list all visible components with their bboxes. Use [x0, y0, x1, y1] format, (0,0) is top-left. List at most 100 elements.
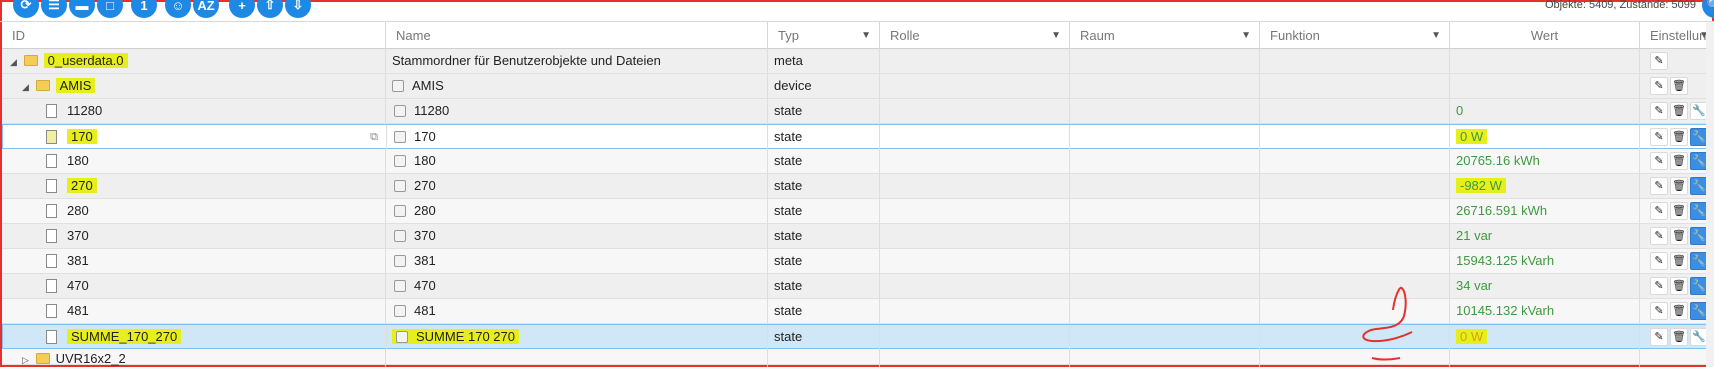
folder-icon — [35, 80, 50, 92]
list-icon[interactable]: ☰ — [41, 0, 67, 18]
table-row[interactable]: 381 381 state 15943.125 kVarh ✎ 🗑 🔧 — [2, 249, 1712, 274]
table-row[interactable]: 370 370 state 21 var ✎ 🗑 🔧 — [2, 224, 1712, 249]
table-row[interactable]: 270 270 state -982 W ✎ 🗑 🔧 — [2, 174, 1712, 199]
table-row[interactable]: 470 470 state 34 var ✎ 🗑 🔧 — [2, 274, 1712, 299]
chevron-down-icon[interactable]: ▼ — [1431, 22, 1441, 49]
refresh-icon[interactable]: ⟳ — [13, 0, 39, 18]
state-icon — [394, 104, 406, 117]
header-rolle[interactable]: Rolle ▼ — [880, 22, 1070, 49]
table-row[interactable]: 280 280 state 26716.591 kWh ✎ 🗑 🔧 — [2, 199, 1712, 224]
table-row[interactable]: ◢ 0_userdata.0 Stammordner für Benutzero… — [2, 49, 1712, 74]
file-number-icon[interactable]: 1 — [131, 0, 157, 18]
delete-icon[interactable]: 🗑 — [1670, 227, 1688, 245]
delete-icon[interactable]: 🗑 — [1670, 302, 1688, 320]
edit-icon[interactable]: ✎ — [1650, 102, 1668, 120]
person-icon[interactable]: ☺ — [165, 0, 191, 18]
name-cell — [386, 349, 768, 367]
upload-icon[interactable]: ⇧ — [257, 0, 283, 18]
header-id[interactable]: ID — [2, 22, 386, 49]
file-icon[interactable]: ▬ — [69, 0, 95, 18]
edit-icon[interactable]: ✎ — [1650, 152, 1668, 170]
edit-icon[interactable]: ✎ — [1650, 227, 1668, 245]
table-row[interactable]: ◢ AMIS AMIS device ✎ 🗑 — [2, 74, 1712, 99]
add-icon[interactable]: + — [229, 0, 255, 18]
sort-az-icon[interactable]: AZ — [193, 0, 219, 18]
actions-cell: ✎ 🗑 🔧 — [1640, 274, 1712, 298]
table-row[interactable]: 11280 11280 state 0 ✎ 🗑 🔧 — [2, 99, 1712, 124]
wert-cell[interactable]: 20765.16 kWh — [1450, 149, 1640, 173]
table-row[interactable]: SUMME_170_270 SUMME 170 270 state 0 W ✎ … — [2, 324, 1712, 349]
wert-cell[interactable]: 0 W — [1450, 125, 1640, 149]
wert-cell[interactable]: 26716.591 kWh — [1450, 199, 1640, 223]
edit-icon[interactable]: ✎ — [1650, 277, 1668, 295]
name-cell: 370 — [386, 224, 768, 248]
delete-icon[interactable]: 🗑 — [1670, 177, 1688, 195]
delete-icon[interactable]: 🗑 — [1670, 152, 1688, 170]
expand-triangle-icon[interactable]: ◢ — [10, 50, 20, 73]
edit-icon[interactable]: ✎ — [1650, 177, 1668, 195]
square-icon[interactable]: □ — [97, 0, 123, 18]
name-cell: Stammordner für Benutzerobjekte und Date… — [386, 49, 768, 73]
wert-cell[interactable]: 10145.132 kVarh — [1450, 299, 1640, 323]
state-icon — [394, 279, 406, 292]
edit-icon[interactable]: ✎ — [1650, 252, 1668, 270]
file-icon — [46, 253, 57, 268]
chevron-down-icon[interactable]: ▼ — [861, 22, 871, 49]
rolle-cell — [880, 199, 1070, 223]
wert-cell[interactable]: 21 var — [1450, 224, 1640, 248]
header-typ[interactable]: Typ ▼ — [768, 22, 880, 49]
wert-cell[interactable]: 34 var — [1450, 274, 1640, 298]
wert-cell[interactable]: 15943.125 kVarh — [1450, 249, 1640, 273]
expand-triangle-icon[interactable]: ◢ — [22, 75, 32, 98]
rolle-cell — [880, 74, 1070, 98]
delete-icon[interactable]: 🗑 — [1670, 102, 1688, 120]
vertical-scrollbar[interactable] — [1706, 22, 1714, 367]
delete-icon[interactable]: 🗑 — [1670, 77, 1688, 95]
state-icon — [394, 229, 406, 242]
file-icon — [46, 153, 57, 168]
header-raum[interactable]: Raum ▼ — [1070, 22, 1260, 49]
header-name[interactable]: Name — [386, 22, 768, 49]
funktion-cell — [1260, 99, 1450, 123]
delete-icon[interactable]: 🗑 — [1670, 202, 1688, 220]
state-icon — [394, 154, 406, 167]
wert-cell[interactable]: 0 W — [1450, 325, 1640, 349]
funktion-cell — [1260, 325, 1450, 349]
raum-cell — [1070, 249, 1260, 273]
copy-icon[interactable]: ⧉ — [370, 125, 378, 149]
delete-icon[interactable]: 🗑 — [1670, 328, 1688, 346]
download-icon[interactable]: ⇩ — [285, 0, 311, 18]
actions-cell: ✎ 🗑 🔧 — [1640, 299, 1712, 323]
edit-icon[interactable]: ✎ — [1650, 202, 1668, 220]
edit-icon[interactable]: ✎ — [1650, 52, 1668, 70]
search-icon[interactable]: 🔍 — [1702, 0, 1714, 18]
edit-icon[interactable]: ✎ — [1650, 328, 1668, 346]
header-wert[interactable]: Wert — [1450, 22, 1640, 49]
table-row[interactable]: 170 ⧉ 170 state 0 W ✎ 🗑 🔧 — [2, 124, 1712, 149]
typ-cell: state — [768, 149, 880, 173]
rolle-cell — [880, 125, 1070, 149]
edit-icon[interactable]: ✎ — [1650, 77, 1668, 95]
delete-icon[interactable]: 🗑 — [1670, 128, 1688, 146]
id-cell: 270 — [2, 174, 386, 198]
header-funktion[interactable]: Funktion ▼ — [1260, 22, 1450, 49]
header-einstellungen[interactable]: Einstellun ▼ — [1640, 22, 1712, 49]
rolle-cell — [880, 349, 1070, 367]
chevron-down-icon[interactable]: ▼ — [1241, 22, 1251, 49]
chevron-down-icon[interactable]: ▼ — [1051, 22, 1061, 49]
table-row[interactable]: 481 481 state 10145.132 kVarh ✎ 🗑 🔧 — [2, 299, 1712, 324]
name-cell: SUMME 170 270 — [386, 325, 768, 349]
wert-cell[interactable]: 0 — [1450, 99, 1640, 123]
expand-triangle-icon[interactable]: ▷ — [22, 350, 32, 367]
id-cell: ◢ 0_userdata.0 — [2, 49, 386, 73]
wert-cell[interactable]: -982 W — [1450, 174, 1640, 198]
file-icon — [46, 129, 57, 144]
edit-icon[interactable]: ✎ — [1650, 302, 1668, 320]
delete-icon[interactable]: 🗑 — [1670, 277, 1688, 295]
typ-cell: state — [768, 325, 880, 349]
table-row[interactable]: 180 180 state 20765.16 kWh ✎ 🗑 🔧 — [2, 149, 1712, 174]
table-row[interactable]: ▷ UVR16x2_2 — [2, 349, 1712, 367]
state-icon — [396, 330, 408, 343]
delete-icon[interactable]: 🗑 — [1670, 252, 1688, 270]
edit-icon[interactable]: ✎ — [1650, 128, 1668, 146]
